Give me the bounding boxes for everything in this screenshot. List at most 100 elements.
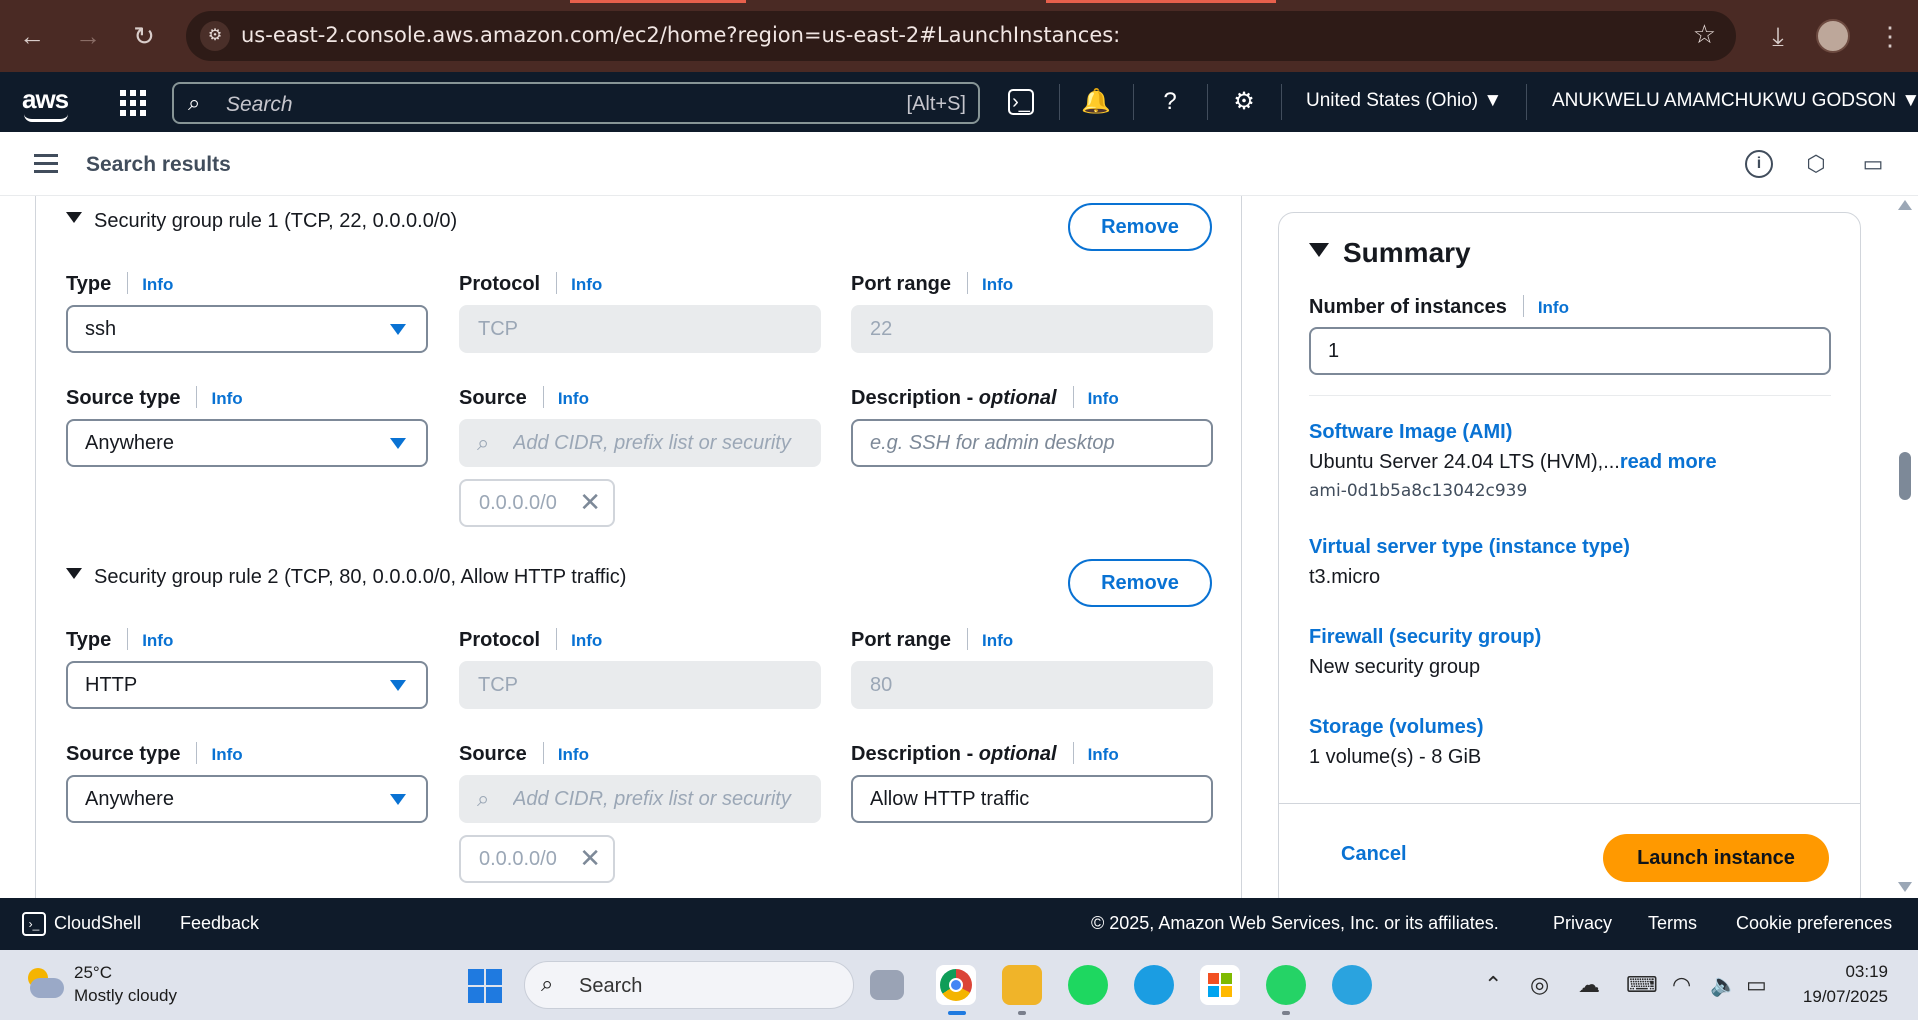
- help-icon[interactable]: ?: [1154, 86, 1186, 118]
- storage-link[interactable]: Storage (volumes): [1309, 716, 1483, 739]
- rule-2-type-select[interactable]: HTTP: [66, 661, 428, 709]
- cookie-preferences-link[interactable]: Cookie preferences: [1736, 913, 1892, 934]
- terms-link[interactable]: Terms: [1648, 913, 1697, 934]
- forward-icon[interactable]: →: [72, 20, 104, 52]
- reload-icon[interactable]: ↻: [128, 20, 160, 52]
- firewall-link[interactable]: Firewall (security group): [1309, 626, 1541, 649]
- weather-text[interactable]: Mostly cloudy: [74, 986, 177, 1006]
- info-link[interactable]: Info: [571, 631, 602, 650]
- bookmark-star-icon[interactable]: ☆: [1693, 19, 1716, 50]
- privacy-link[interactable]: Privacy: [1553, 913, 1612, 934]
- rule-1-type-value: ssh: [85, 318, 117, 340]
- rule-1-protocol-label: Protocol Info: [459, 272, 603, 295]
- info-link[interactable]: Info: [211, 389, 242, 408]
- info-panel-icon[interactable]: i: [1745, 150, 1773, 178]
- rule-2-description-label: Description - optional Info: [851, 742, 1119, 765]
- rule-1-type-label: Type Info: [66, 272, 174, 295]
- info-link[interactable]: Info: [142, 275, 173, 294]
- info-link[interactable]: Info: [982, 275, 1013, 294]
- rule-1-source-type-select[interactable]: Anywhere: [66, 419, 428, 467]
- info-link[interactable]: Info: [142, 631, 173, 650]
- download-icon[interactable]: ⤓: [1762, 20, 1794, 52]
- whatsapp-icon[interactable]: [1266, 965, 1306, 1015]
- info-link[interactable]: Info: [571, 275, 602, 294]
- rule-1-source-token: 0.0.0.0/0 ✕: [459, 479, 615, 527]
- info-link[interactable]: Info: [558, 745, 589, 764]
- hamburger-menu-icon[interactable]: [34, 154, 58, 174]
- scroll-down-arrow-icon[interactable]: [1898, 882, 1912, 892]
- ami-link[interactable]: Software Image (AMI): [1309, 421, 1512, 444]
- rule-1-heading[interactable]: Security group rule 1 (TCP, 22, 0.0.0.0/…: [66, 210, 457, 233]
- scroll-up-arrow-icon[interactable]: [1898, 200, 1912, 210]
- instance-type-link[interactable]: Virtual server type (instance type): [1309, 536, 1630, 559]
- wifi-icon[interactable]: ◠: [1672, 972, 1691, 998]
- info-link[interactable]: Info: [211, 745, 242, 764]
- back-icon[interactable]: ←: [16, 20, 48, 52]
- info-link[interactable]: Info: [1088, 389, 1119, 408]
- summary-heading[interactable]: Summary: [1309, 237, 1471, 269]
- info-link[interactable]: Info: [1088, 745, 1119, 764]
- clock-time[interactable]: 03:19: [1845, 962, 1888, 982]
- region-selector[interactable]: United States (Ohio) ▼: [1306, 90, 1502, 112]
- account-menu[interactable]: ANUKWELU AMAMCHUKWU GODSON ▼: [1552, 90, 1918, 112]
- info-link[interactable]: Info: [982, 631, 1013, 650]
- rule-2-remove-button[interactable]: Remove: [1068, 559, 1212, 607]
- read-more-link[interactable]: read more: [1620, 451, 1717, 473]
- rule-1-port-label: Port range Info: [851, 272, 1014, 295]
- launch-instance-button[interactable]: Launch instance: [1603, 834, 1829, 882]
- task-view-icon[interactable]: [870, 970, 904, 1000]
- display-settings-icon[interactable]: ▭: [1859, 150, 1887, 178]
- onedrive-icon[interactable]: ◎: [1530, 972, 1549, 998]
- rule-2-source-type-select[interactable]: Anywhere: [66, 775, 428, 823]
- windows-start-icon[interactable]: [468, 969, 502, 1003]
- microsoft-store-icon[interactable]: [1200, 965, 1240, 1005]
- edge-icon[interactable]: [1134, 965, 1174, 1005]
- battery-icon[interactable]: ▭: [1746, 972, 1767, 998]
- spotify-icon[interactable]: [1068, 965, 1108, 1005]
- cloudshell-link[interactable]: CloudShell: [54, 913, 141, 934]
- aws-logo[interactable]: aws: [22, 84, 69, 122]
- rule-2-source-input: ⌕ Add CIDR, prefix list or security: [459, 775, 821, 823]
- rule-1-description-input[interactable]: e.g. SSH for admin desktop: [851, 419, 1213, 467]
- aws-top-nav: aws ⌕ Search [Alt+S] ›_ 🔔 ? ⚙ United Sta…: [0, 72, 1918, 132]
- security-hub-icon[interactable]: ⬡: [1802, 150, 1830, 178]
- telegram-icon[interactable]: [1332, 965, 1372, 1005]
- chrome-icon[interactable]: [936, 965, 976, 1015]
- cloudshell-icon[interactable]: ›_: [22, 912, 46, 936]
- address-bar[interactable]: ⚙ us-east-2.console.aws.amazon.com/ec2/h…: [186, 11, 1736, 61]
- volume-icon[interactable]: 🔈: [1710, 972, 1737, 998]
- aws-search-input[interactable]: ⌕ Search [Alt+S]: [172, 82, 980, 124]
- rule-2-heading[interactable]: Security group rule 2 (TCP, 80, 0.0.0.0/…: [66, 566, 626, 589]
- rule-1-description-label: Description - optional Info: [851, 386, 1119, 409]
- feedback-link[interactable]: Feedback: [180, 913, 259, 934]
- info-link[interactable]: Info: [1538, 298, 1569, 317]
- cloudshell-icon[interactable]: ›_: [1008, 89, 1034, 115]
- taskbar-search[interactable]: ⌕ Search: [524, 961, 854, 1009]
- clock-date[interactable]: 19/07/2025: [1803, 987, 1888, 1007]
- browser-menu-icon[interactable]: ⋮: [1874, 20, 1906, 52]
- settings-gear-icon[interactable]: ⚙: [1228, 86, 1260, 118]
- weather-cloud-icon[interactable]: [24, 968, 64, 1002]
- temperature[interactable]: 25°C: [74, 963, 112, 983]
- dropdown-caret-icon: [390, 794, 406, 805]
- keyboard-icon[interactable]: ⌨: [1626, 972, 1658, 998]
- profile-avatar[interactable]: [1816, 19, 1850, 53]
- cancel-button[interactable]: Cancel: [1341, 843, 1407, 866]
- rule-1-type-select[interactable]: ssh: [66, 305, 428, 353]
- info-link[interactable]: Info: [558, 389, 589, 408]
- chevron-up-icon[interactable]: ⌃: [1484, 972, 1502, 998]
- site-info-icon[interactable]: ⚙: [200, 21, 230, 51]
- search-placeholder: Search: [226, 93, 293, 116]
- notifications-bell-icon[interactable]: 🔔: [1080, 86, 1112, 118]
- file-explorer-icon[interactable]: [1002, 965, 1042, 1015]
- cloud-offline-icon[interactable]: ☁: [1578, 972, 1600, 998]
- scrollbar-thumb[interactable]: [1899, 452, 1911, 500]
- rule-2-port-field: 80: [851, 661, 1213, 709]
- url-text[interactable]: us-east-2.console.aws.amazon.com/ec2/hom…: [241, 23, 1120, 47]
- services-grid-icon[interactable]: [120, 90, 146, 116]
- rule-2-heading-text: Security group rule 2 (TCP, 80, 0.0.0.0/…: [94, 566, 627, 588]
- rule-1-remove-button[interactable]: Remove: [1068, 203, 1212, 251]
- rule-2-description-input[interactable]: Allow HTTP traffic: [851, 775, 1213, 823]
- number-of-instances-input[interactable]: 1: [1309, 327, 1831, 375]
- storage-value: 1 volume(s) - 8 GiB: [1309, 746, 1482, 768]
